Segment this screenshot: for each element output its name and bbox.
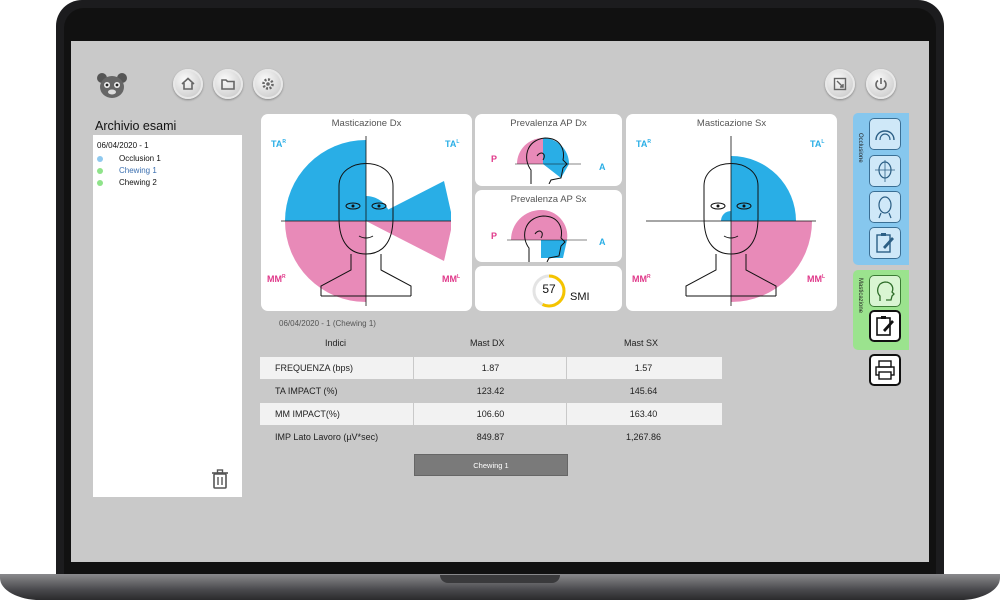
status-dot [97,179,103,186]
head-profile-icon [877,281,895,301]
side-tab-label: Occlusione [857,133,863,163]
label-mm-l: MML [442,274,461,284]
folder-button[interactable] [213,69,243,99]
face-chart-dx [281,136,451,306]
label-p: P [491,231,498,241]
app-screen: Archivio esami 06/04/2020 - 1 Occlusion … [71,41,929,562]
card-masticazione-dx: Masticazione Dx TAR TAL MMR MML [261,114,472,311]
head-profile-sx [507,209,587,262]
card-title: Masticazione Sx [696,118,767,129]
power-icon [875,78,887,91]
label-mm-r: MMR [632,274,651,284]
archive-list: 06/04/2020 - 1 Occlusion 1 Chewing 1 Che… [93,135,242,497]
exam-caption: 06/04/2020 - 1 (Chewing 1) [279,319,376,328]
face-chart-sx [646,136,816,306]
label-ta-l: TAL [810,139,825,149]
printer-icon [875,360,895,380]
dental-arch-button[interactable] [869,118,901,150]
folder-icon [221,79,235,90]
label-ta-r: TAR [271,139,286,149]
label-p: P [491,154,498,164]
archive-item-chewing-2[interactable]: Chewing 2 [97,178,157,187]
export-button[interactable] [825,69,855,99]
power-button[interactable] [866,69,896,99]
smi-label: SMI [570,291,590,303]
card-prevalenza-ap-dx: Prevalenza AP Dx P A [475,114,622,186]
table-row: FREQUENZA (bps) 1.87 1.57 [260,357,722,379]
settings-button[interactable] [253,69,283,99]
table-row: MM IMPACT(%) 106.60 163.40 [260,403,722,425]
archive-item-occlusion-1[interactable]: Occlusion 1 [97,154,161,163]
card-prevalenza-ap-sx: Prevalenza AP Sx P A [475,190,622,262]
face-front-icon [875,160,895,182]
trash-icon[interactable] [211,469,229,489]
label-ta-l: TAL [445,139,460,149]
label-mm-r: MMR [267,274,286,284]
table-header-indici: Indici [325,338,347,348]
label-mm-l: MML [807,274,826,284]
export-icon [833,77,847,91]
label-a: A [599,237,606,247]
card-masticazione-sx: Masticazione Sx TAR TAL MMR MML [626,114,837,311]
status-dot [97,167,103,174]
table-header-mast-sx: Mast SX [624,338,659,348]
archive-title: Archivio esami [95,119,177,133]
card-smi: 57 SMI [475,266,622,311]
occlusion-report-button[interactable] [869,227,901,259]
archive-date[interactable]: 06/04/2020 - 1 [97,141,149,150]
smi-value: 57 [542,282,556,296]
face-front-button[interactable] [869,155,901,187]
clipboard-pen-icon [876,233,894,253]
gear-icon [262,78,274,90]
side-tab-label: Masticazione [857,278,863,314]
home-icon [181,77,195,90]
head-profile-button[interactable] [869,275,901,307]
chewing-selector-button[interactable]: Chewing 1 [414,454,568,476]
table-header-mast-dx: Mast DX [470,338,505,348]
print-button[interactable] [869,354,901,386]
card-title: Masticazione Dx [331,118,402,129]
face-muscles-icon [878,196,892,219]
mascot-logo-icon [96,70,128,102]
head-profile-dx [515,137,581,184]
status-dot [97,155,103,162]
table-row: IMP Lato Lavoro (µV*sec) 849.87 1,267.86 [260,426,722,448]
dental-arch-icon [875,130,895,141]
archive-item-chewing-1[interactable]: Chewing 1 [97,166,157,175]
mastication-report-button[interactable] [869,310,901,342]
label-a: A [599,162,606,172]
card-title: Prevalenza AP Dx [510,118,587,129]
label-ta-r: TAR [636,139,651,149]
table-row: TA IMPACT (%) 123.42 145.64 [260,380,722,402]
face-muscles-button[interactable] [869,191,901,223]
home-button[interactable] [173,69,203,99]
laptop-notch [440,575,560,583]
clipboard-pen-icon [876,316,894,336]
card-title: Prevalenza AP Sx [510,194,587,205]
